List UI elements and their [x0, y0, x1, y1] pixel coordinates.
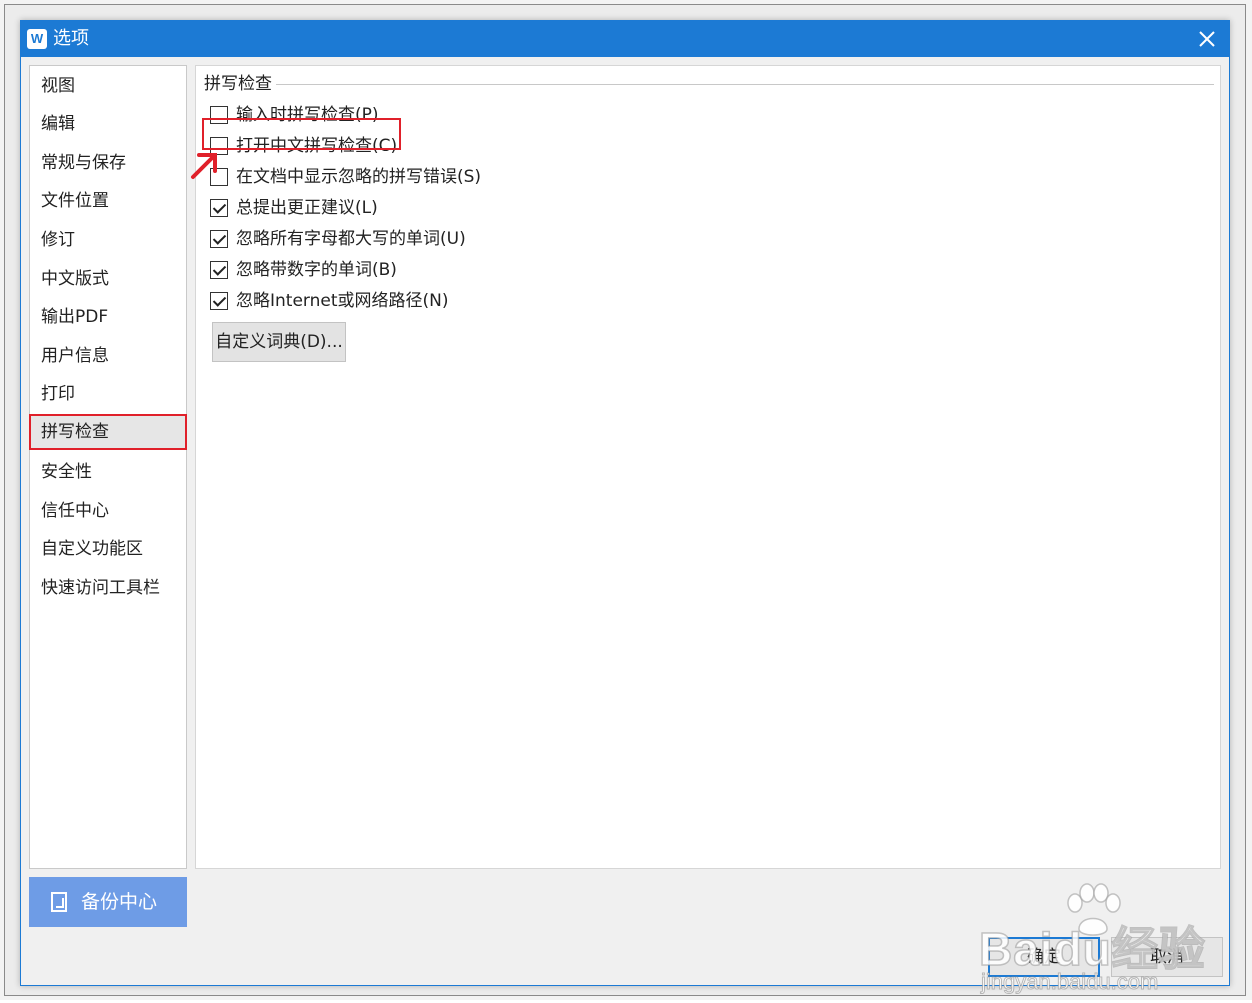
baidu-paw-icon [1067, 883, 1121, 936]
group-divider [276, 84, 1214, 85]
annotation-arrow-icon [191, 153, 217, 179]
checkbox-always-suggest[interactable] [210, 199, 228, 217]
sidebar-item-revision[interactable]: 修订 [30, 222, 186, 258]
sidebar-item-file-location[interactable]: 文件位置 [30, 183, 186, 219]
sidebar-item-security[interactable]: 安全性 [30, 454, 186, 490]
sidebar-item-spellcheck[interactable]: 拼写检查 [30, 414, 186, 450]
sidebar-item-edit[interactable]: 编辑 [30, 106, 186, 142]
dialog-title: 选项 [53, 28, 89, 49]
spellcheck-panel: 拼写检查 输入时拼写检查(P) 打开中文拼写检查(C) 在文档中显示忽略的拼写错… [195, 65, 1221, 869]
backup-center-button[interactable]: 备份中心 [29, 877, 187, 927]
option-label: 忽略Internet或网络路径(N) [236, 291, 449, 311]
sidebar-item-quick-access-toolbar[interactable]: 快速访问工具栏 [30, 570, 186, 606]
sidebar-item-view[interactable]: 视图 [30, 68, 186, 104]
option-label: 总提出更正建议(L) [236, 198, 378, 218]
option-label: 打开中文拼写检查(C) [236, 136, 398, 156]
sidebar-item-general-save[interactable]: 常规与保存 [30, 145, 186, 181]
checkbox-ignore-numbers[interactable] [210, 261, 228, 279]
sidebar-item-export-pdf[interactable]: 输出PDF [30, 299, 186, 335]
option-label: 忽略带数字的单词(B) [236, 260, 397, 280]
options-dialog: W 选项 视图 编辑 常规与保存 文件位置 修订 中文版式 输出PDF 用户信息… [20, 20, 1230, 995]
checkbox-check-spelling-as-type[interactable] [210, 106, 228, 124]
spellcheck-group-title: 拼写检查 [204, 72, 276, 96]
sidebar-item-print[interactable]: 打印 [30, 376, 186, 412]
options-sidebar: 视图 编辑 常规与保存 文件位置 修订 中文版式 输出PDF 用户信息 打印 拼… [29, 65, 187, 869]
sidebar-item-chinese-layout[interactable]: 中文版式 [30, 261, 186, 297]
option-label: 忽略所有字母都大写的单词(U) [236, 229, 466, 249]
close-button[interactable] [1193, 25, 1221, 53]
checkbox-ignore-internet-paths[interactable] [210, 292, 228, 310]
title-bar[interactable]: W 选项 [21, 21, 1229, 57]
checkbox-ignore-uppercase[interactable] [210, 230, 228, 248]
option-label: 输入时拼写检查(P) [236, 105, 379, 125]
close-icon [1199, 31, 1215, 47]
sidebar-item-user-info[interactable]: 用户信息 [30, 338, 186, 374]
custom-dictionary-button[interactable]: 自定义词典(D)... [212, 322, 346, 362]
wps-app-icon: W [27, 29, 47, 49]
backup-center-label: 备份中心 [81, 891, 158, 913]
cancel-button[interactable]: 取消 [1111, 937, 1223, 977]
option-label: 在文档中显示忽略的拼写错误(S) [236, 167, 482, 187]
ok-button[interactable]: 确定 [988, 937, 1100, 977]
sidebar-item-customize-ribbon[interactable]: 自定义功能区 [30, 531, 186, 567]
backup-icon [51, 892, 67, 912]
sidebar-item-trust-center[interactable]: 信任中心 [30, 493, 186, 529]
